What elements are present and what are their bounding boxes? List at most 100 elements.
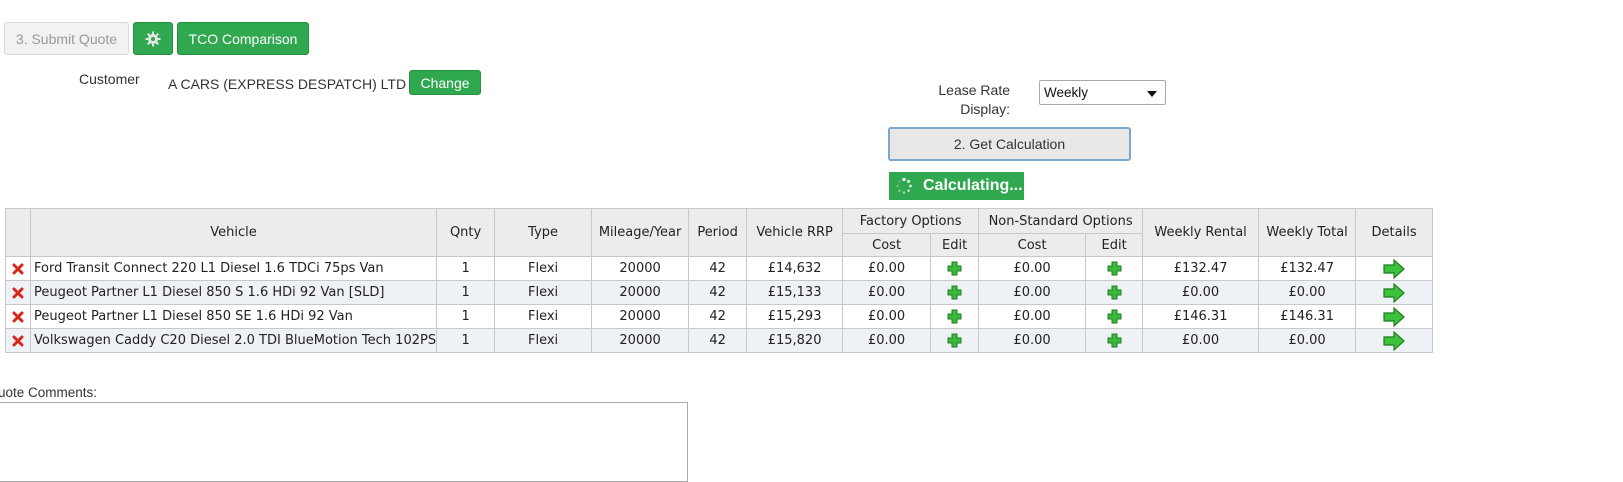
factory-edit-header: Edit xyxy=(930,233,980,257)
get-calculation-button[interactable]: 2. Get Calculation xyxy=(888,127,1131,161)
nonstd-cost-cell: £0.00 xyxy=(978,304,1087,329)
chevron-down-icon xyxy=(1147,91,1157,97)
weekly-total-cell: £146.31 xyxy=(1258,304,1357,329)
qnty-cell: 1 xyxy=(436,304,496,329)
plus-icon xyxy=(1107,333,1122,348)
lease-rate-label-line2: Display: xyxy=(960,101,1010,117)
weekly-total-header: Weekly Total xyxy=(1258,208,1357,257)
customer-name: A CARS (EXPRESS DESPATCH) LTD - xyxy=(168,76,415,92)
type-header: Type xyxy=(494,208,593,257)
delete-icon xyxy=(12,261,24,276)
plus-icon xyxy=(947,333,962,348)
details-button[interactable] xyxy=(1355,280,1434,305)
details-header: Details xyxy=(1355,208,1434,257)
details-button[interactable] xyxy=(1355,256,1434,281)
plus-icon xyxy=(1107,261,1122,276)
tco-comparison-button[interactable]: TCO Comparison xyxy=(177,22,309,55)
plus-icon xyxy=(1107,285,1122,300)
calculating-text: Calculating... xyxy=(923,177,1023,194)
delete-row-button[interactable] xyxy=(5,328,31,353)
lease-rate-label: Lease Rate Display: xyxy=(920,81,1010,119)
lease-rate-select[interactable]: Weekly xyxy=(1039,80,1166,105)
delete-column-header xyxy=(5,208,31,257)
mileage-cell: 20000 xyxy=(591,328,690,353)
lease-rate-label-line1: Lease Rate xyxy=(938,82,1010,98)
period-cell: 42 xyxy=(688,304,748,329)
nonstd-cost-cell: £0.00 xyxy=(978,256,1087,281)
nonstd-edit-header: Edit xyxy=(1085,233,1144,257)
period-cell: 42 xyxy=(688,328,748,353)
submit-quote-button[interactable]: 3. Submit Quote xyxy=(4,22,129,55)
period-header: Period xyxy=(688,208,748,257)
weekly-rental-cell: £0.00 xyxy=(1142,328,1260,353)
quote-comments-label: uote Comments: xyxy=(0,385,98,400)
arrow-right-icon xyxy=(1383,258,1405,279)
delete-icon xyxy=(12,285,24,300)
delete-row-button[interactable] xyxy=(5,280,31,305)
weekly-rental-cell: £132.47 xyxy=(1142,256,1260,281)
vehicle-cell: Volkswagen Caddy C20 Diesel 2.0 TDI Blue… xyxy=(29,328,438,353)
delete-row-button[interactable] xyxy=(5,304,31,329)
type-cell: Flexi xyxy=(494,304,593,329)
type-cell: Flexi xyxy=(494,328,593,353)
factory-cost-header: Cost xyxy=(842,233,932,257)
nonstd-cost-cell: £0.00 xyxy=(978,280,1087,305)
nonstd-edit-button[interactable] xyxy=(1085,280,1144,305)
mileage-cell: 20000 xyxy=(591,280,690,305)
table-row: Peugeot Partner L1 Diesel 850 SE 1.6 HDi… xyxy=(5,304,1434,329)
nonstd-edit-button[interactable] xyxy=(1085,328,1144,353)
nonstd-edit-button[interactable] xyxy=(1085,256,1144,281)
delete-icon xyxy=(12,309,24,324)
factory-cost-cell: £0.00 xyxy=(842,328,932,353)
vehicle-cell: Peugeot Partner L1 Diesel 850 S 1.6 HDi … xyxy=(29,280,438,305)
qnty-cell: 1 xyxy=(436,280,496,305)
settings-button[interactable] xyxy=(133,22,173,55)
details-button[interactable] xyxy=(1355,328,1434,353)
factory-cost-cell: £0.00 xyxy=(842,256,932,281)
factory-cost-cell: £0.00 xyxy=(842,304,932,329)
period-cell: 42 xyxy=(688,280,748,305)
qnty-cell: 1 xyxy=(436,256,496,281)
plus-icon xyxy=(1107,309,1122,324)
weekly-rental-header: Weekly Rental xyxy=(1142,208,1260,257)
mileage-cell: 20000 xyxy=(591,304,690,329)
nonstd-edit-button[interactable] xyxy=(1085,304,1144,329)
weekly-rental-cell: £146.31 xyxy=(1142,304,1260,329)
vehicle-table: Vehicle Qnty Type Mileage/Year Period Ve… xyxy=(5,208,1434,353)
factory-edit-button[interactable] xyxy=(930,328,980,353)
details-button[interactable] xyxy=(1355,304,1434,329)
change-customer-button[interactable]: Change xyxy=(409,70,481,95)
lease-rate-selected: Weekly xyxy=(1044,85,1089,100)
nonstd-cost-cell: £0.00 xyxy=(978,328,1087,353)
quote-comments-input[interactable] xyxy=(0,402,688,482)
nonstd-cost-header: Cost xyxy=(978,233,1087,257)
period-cell: 42 xyxy=(688,256,748,281)
arrow-right-icon xyxy=(1383,306,1405,327)
factory-edit-button[interactable] xyxy=(930,256,980,281)
qnty-cell: 1 xyxy=(436,328,496,353)
rrp-cell: £15,293 xyxy=(746,304,844,329)
factory-options-header: Factory Options xyxy=(842,208,980,234)
table-row: Volkswagen Caddy C20 Diesel 2.0 TDI Blue… xyxy=(5,328,1434,353)
rrp-header: Vehicle RRP xyxy=(746,208,844,257)
mileage-header: Mileage/Year xyxy=(591,208,690,257)
vehicle-cell: Ford Transit Connect 220 L1 Diesel 1.6 T… xyxy=(29,256,438,281)
arrow-right-icon xyxy=(1383,330,1405,351)
rrp-cell: £15,820 xyxy=(746,328,844,353)
weekly-total-cell: £132.47 xyxy=(1258,256,1357,281)
vehicle-header: Vehicle xyxy=(29,208,438,257)
arrow-right-icon xyxy=(1383,282,1405,303)
non-standard-options-header: Non-Standard Options xyxy=(978,208,1144,234)
delete-row-button[interactable] xyxy=(5,256,31,281)
table-row: Peugeot Partner L1 Diesel 850 S 1.6 HDi … xyxy=(5,280,1434,305)
rrp-cell: £14,632 xyxy=(746,256,844,281)
type-cell: Flexi xyxy=(494,280,593,305)
type-cell: Flexi xyxy=(494,256,593,281)
delete-icon xyxy=(12,333,24,348)
factory-edit-button[interactable] xyxy=(930,280,980,305)
plus-icon xyxy=(947,261,962,276)
customer-label: Customer xyxy=(79,71,140,87)
factory-edit-button[interactable] xyxy=(930,304,980,329)
table-row: Ford Transit Connect 220 L1 Diesel 1.6 T… xyxy=(5,256,1434,281)
mileage-cell: 20000 xyxy=(591,256,690,281)
